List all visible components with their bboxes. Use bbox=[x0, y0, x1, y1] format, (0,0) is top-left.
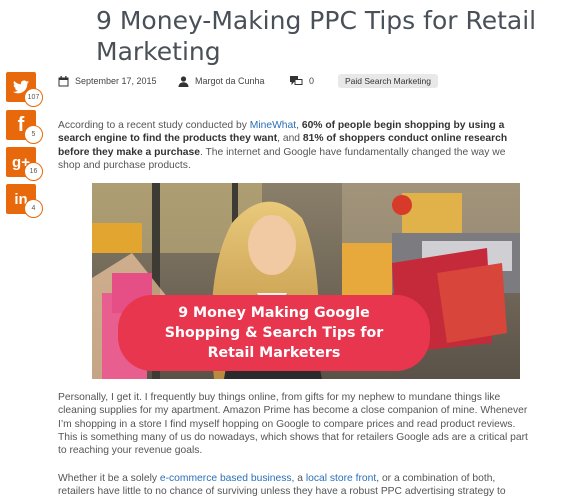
category-badge[interactable]: Paid Search Marketing bbox=[338, 74, 438, 88]
hero-line: Shopping & Search Tips for bbox=[164, 325, 384, 341]
google-plus-share-count: 16 bbox=[24, 162, 43, 181]
intro-paragraph: According to a recent study conducted by… bbox=[58, 119, 528, 172]
comment-count: 0 bbox=[309, 76, 315, 86]
local-store-link[interactable]: local store front bbox=[306, 473, 376, 484]
minewhat-link[interactable]: MineWhat bbox=[250, 120, 296, 131]
intro-text: , and bbox=[277, 133, 303, 145]
body-paragraph: Whether it be a solely e-commerce based … bbox=[58, 472, 528, 499]
hero-line: Retail Marketers bbox=[207, 345, 341, 361]
body-text: , a bbox=[291, 473, 306, 484]
twitter-share-count: 107 bbox=[24, 88, 43, 107]
ecommerce-link[interactable]: e-commerce based business bbox=[160, 473, 292, 484]
facebook-share-count: 5 bbox=[24, 125, 43, 144]
post-author[interactable]: Margot da Cunha bbox=[178, 73, 265, 89]
calendar-icon bbox=[58, 75, 69, 87]
post-comments[interactable]: 0 bbox=[290, 73, 314, 89]
hero-banner: 9 Money Making Google Shopping & Search … bbox=[118, 295, 430, 371]
post-date: September 17, 2015 bbox=[58, 73, 157, 89]
hero-line: 9 Money Making Google bbox=[178, 305, 370, 321]
comments-icon bbox=[290, 75, 303, 87]
post-title: 9 Money-Making PPC Tips for Retail Marke… bbox=[96, 6, 537, 66]
date-text: September 17, 2015 bbox=[75, 76, 157, 86]
post-category[interactable]: Paid Search Marketing bbox=[338, 73, 438, 89]
linkedin-share-count: 4 bbox=[24, 199, 43, 218]
body-text: Whether it be a solely bbox=[58, 473, 160, 484]
intro-text: According to a recent study conducted by bbox=[58, 120, 250, 131]
user-icon bbox=[178, 75, 189, 87]
author-name: Margot da Cunha bbox=[195, 76, 265, 86]
body-paragraph: Personally, I get it. I frequently buy t… bbox=[58, 392, 528, 457]
post-meta: September 17, 2015 Margot da Cunha 0 Pai… bbox=[58, 73, 562, 91]
